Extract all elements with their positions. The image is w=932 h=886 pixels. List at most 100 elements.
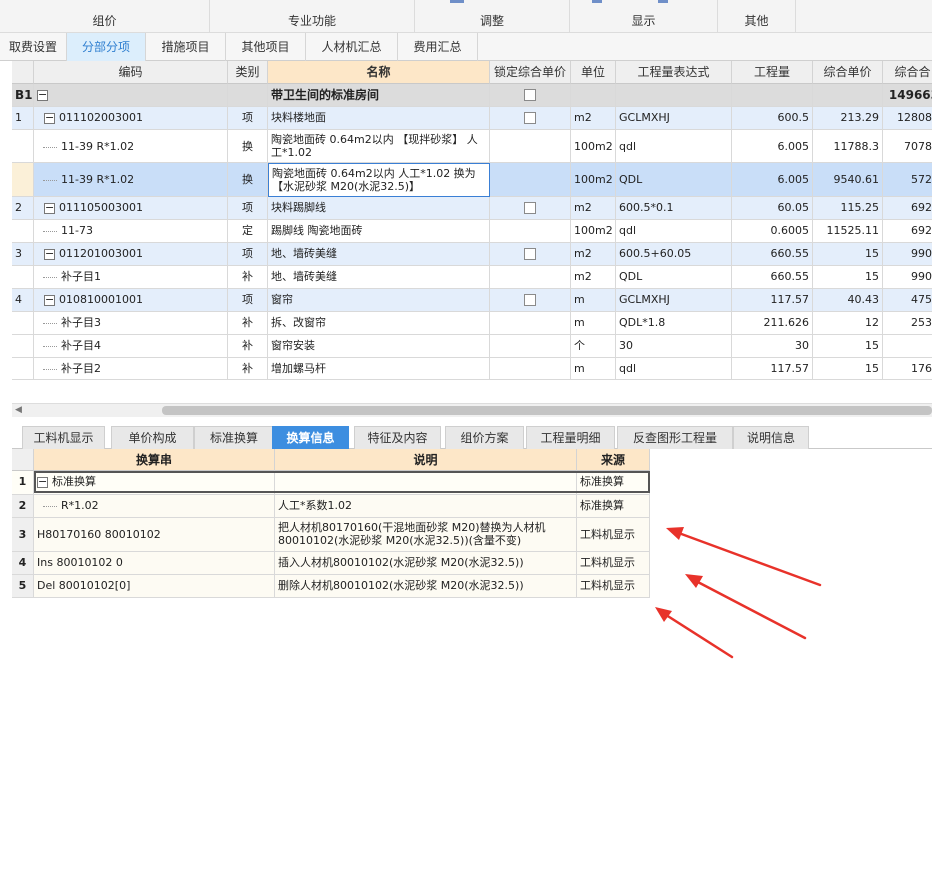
row-qty[interactable]: 60.05 <box>732 197 813 220</box>
row-unit[interactable]: m2 <box>571 107 616 130</box>
lock-price-checkbox[interactable] <box>524 89 536 101</box>
row-expr[interactable]: QDL <box>616 266 732 289</box>
row-total[interactable]: 149663 <box>883 84 932 107</box>
row-code[interactable]: 11-39 R*1.02 <box>34 163 228 197</box>
row-name[interactable]: 地、墙砖美缝 <box>268 243 490 266</box>
table-row[interactable]: 5 Del 80010102[0] 删除人材机80010102(水泥砂浆 M20… <box>12 575 650 598</box>
row-name-editor[interactable]: 陶瓷地面砖 0.64m2以内 人工*1.02 换为【水泥砂浆 M20(水泥32.… <box>268 163 490 197</box>
row-unit[interactable]: m <box>571 358 616 380</box>
row-conversion-string[interactable]: R*1.02 <box>34 495 275 518</box>
row-total[interactable]: 9908 <box>883 243 932 266</box>
row-name[interactable]: 地、墙砖美缝 <box>268 266 490 289</box>
header-description[interactable]: 说明 <box>275 449 577 471</box>
table-row[interactable]: 3 H80170160 80010102 把人材机80170160(干混地面砂浆… <box>12 518 650 552</box>
row-name[interactable]: 带卫生间的标准房间 <box>268 84 490 107</box>
row-unit[interactable]: m <box>571 312 616 335</box>
ribbon-group-adjust[interactable]: 调整 <box>415 0 570 33</box>
row-description[interactable]: 把人材机80170160(干混地面砂浆 M20)替换为人材机80010102(水… <box>275 518 577 552</box>
row-code[interactable]: 补子目4 <box>34 335 228 358</box>
scrollbar-thumb[interactable] <box>162 406 932 415</box>
row-conversion-string[interactable]: Ins 80010102 0 <box>34 552 275 575</box>
row-type[interactable]: 项 <box>228 243 268 266</box>
row-source[interactable]: 工料机显示 <box>577 518 650 552</box>
row-type[interactable]: 补 <box>228 335 268 358</box>
collapse-icon[interactable]: − <box>37 89 48 101</box>
row-description[interactable]: 插入人材机80010102(水泥砂浆 M20(水泥32.5)) <box>275 552 577 575</box>
row-total[interactable]: 5729 <box>883 163 932 197</box>
row-description[interactable]: 删除人材机80010102(水泥砂浆 M20(水泥32.5)) <box>275 575 577 598</box>
header-qty-expression[interactable]: 工程量表达式 <box>616 61 732 84</box>
row-unit[interactable]: m2 <box>571 197 616 220</box>
tab-unit-price[interactable]: 单价构成 <box>111 426 194 449</box>
table-row[interactable]: 11-73 定 踢脚线 陶瓷地面砖 100m2 qdl 0.6005 11525… <box>12 220 932 243</box>
row-type[interactable]: 项 <box>228 197 268 220</box>
table-row[interactable]: 2 −011105003001 项 块料踢脚线 m2 600.5*0.1 60.… <box>12 197 932 220</box>
row-code[interactable]: −011105003001 <box>34 197 228 220</box>
tab-quantity-details[interactable]: 工程量明细 <box>526 426 615 449</box>
row-type[interactable]: 补 <box>228 312 268 335</box>
row-price[interactable]: 15 <box>813 266 883 289</box>
row-unit[interactable]: 100m2 <box>571 163 616 197</box>
row-code[interactable]: − <box>34 84 228 107</box>
row-price[interactable]: 213.29 <box>813 107 883 130</box>
row-source[interactable]: 标准换算 <box>577 471 650 495</box>
row-conversion-string[interactable]: Del 80010102[0] <box>34 575 275 598</box>
row-expr[interactable]: qdl <box>616 220 732 243</box>
row-total[interactable]: 1763 <box>883 358 932 380</box>
row-qty[interactable]: 660.55 <box>732 243 813 266</box>
row-expr[interactable]: 30 <box>616 335 732 358</box>
row-unit[interactable]: 100m2 <box>571 130 616 163</box>
scroll-left-icon[interactable]: ◀ <box>15 405 22 415</box>
row-lock[interactable] <box>490 163 571 197</box>
header-lock-price[interactable]: 锁定综合单价 <box>490 61 571 84</box>
row-expr[interactable]: qdl <box>616 358 732 380</box>
row-qty[interactable]: 6.005 <box>732 163 813 197</box>
tab-pricing-plan[interactable]: 组价方案 <box>445 426 524 449</box>
table-row[interactable]: 1 − 标准换算 标准换算 <box>12 471 650 495</box>
header-quantity[interactable]: 工程量 <box>732 61 813 84</box>
header-total[interactable]: 综合合 <box>883 61 932 84</box>
collapse-icon[interactable]: − <box>44 202 55 214</box>
row-price[interactable]: 9540.61 <box>813 163 883 197</box>
row-unit[interactable]: m <box>571 289 616 312</box>
row-name[interactable]: 块料楼地面 <box>268 107 490 130</box>
row-price[interactable]: 12 <box>813 312 883 335</box>
row-expr[interactable]: GCLMXHJ <box>616 107 732 130</box>
table-row[interactable]: 补子目3 补 拆、改窗帘 m QDL*1.8 211.626 12 2539 <box>12 312 932 335</box>
row-price[interactable]: 15 <box>813 243 883 266</box>
row-expr[interactable]: QDL*1.8 <box>616 312 732 335</box>
row-code[interactable]: 补子目2 <box>34 358 228 380</box>
row-type[interactable]: 换 <box>228 163 268 197</box>
row-unit[interactable]: m2 <box>571 243 616 266</box>
row-qty[interactable] <box>732 84 813 107</box>
row-total[interactable]: 6920 <box>883 220 932 243</box>
tab-features[interactable]: 特征及内容 <box>354 426 441 449</box>
lock-price-checkbox[interactable] <box>524 294 536 306</box>
row-qty[interactable]: 660.55 <box>732 266 813 289</box>
row-conversion-string[interactable]: − 标准换算 <box>34 471 275 495</box>
row-lock[interactable] <box>490 130 571 163</box>
table-row[interactable]: 补子目4 补 窗帘安装 个 30 30 15 <box>12 335 932 358</box>
row-conversion-string[interactable]: H80170160 80010102 <box>34 518 275 552</box>
ribbon-group-display[interactable]: 显示 <box>570 0 718 33</box>
collapse-icon[interactable]: − <box>44 294 55 306</box>
row-total[interactable]: 6920 <box>883 197 932 220</box>
row-qty[interactable]: 117.57 <box>732 358 813 380</box>
row-price[interactable]: 115.25 <box>813 197 883 220</box>
row-price[interactable]: 15 <box>813 335 883 358</box>
table-row[interactable]: 4 −010810001001 项 窗帘 m GCLMXHJ 117.57 40… <box>12 289 932 312</box>
ribbon-group-other[interactable]: 其他 <box>718 0 796 33</box>
table-row[interactable]: 补子目2 补 增加螺马杆 m qdl 117.57 15 1763 <box>12 358 932 380</box>
table-row[interactable]: 2 R*1.02 人工*系数1.02 标准换算 <box>12 495 650 518</box>
row-description[interactable] <box>275 471 577 495</box>
row-description[interactable]: 人工*系数1.02 <box>275 495 577 518</box>
row-name[interactable]: 块料踢脚线 <box>268 197 490 220</box>
row-lock[interactable] <box>490 289 571 312</box>
row-total[interactable]: 9908 <box>883 266 932 289</box>
row-lock[interactable] <box>490 84 571 107</box>
row-unit[interactable] <box>571 84 616 107</box>
row-name[interactable]: 增加螺马杆 <box>268 358 490 380</box>
row-lock[interactable] <box>490 358 571 380</box>
header-type[interactable]: 类别 <box>228 61 268 84</box>
row-total[interactable]: 2539 <box>883 312 932 335</box>
